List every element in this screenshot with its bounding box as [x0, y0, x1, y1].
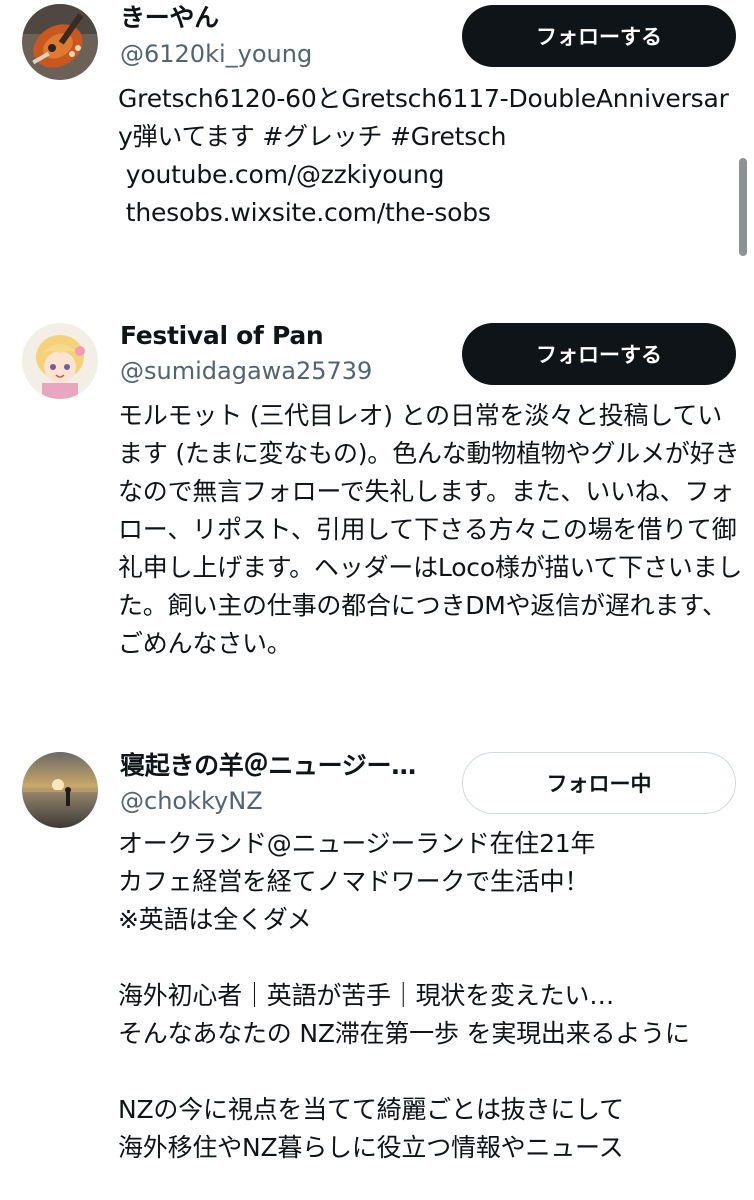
beach-sunset-avatar-icon: [22, 752, 98, 828]
user-bio: モルモット (三代目レオ) との日常を淡々と投稿しています (たまに変なもの)。…: [118, 401, 743, 658]
user-handle[interactable]: @6120ki_young: [120, 38, 312, 70]
follow-button[interactable]: フォローする: [462, 5, 736, 67]
user-avatar[interactable]: [22, 4, 98, 80]
user-bio: Gretsch6120-60とGretsch6117-DoubleAnniver…: [118, 84, 729, 227]
display-name[interactable]: 寝起きの羊＠ニュージー…: [120, 750, 416, 782]
follow-button[interactable]: フォローする: [462, 323, 736, 385]
display-name[interactable]: きーやん: [120, 2, 219, 34]
user-handle[interactable]: @chokkyNZ: [120, 785, 263, 817]
user-avatar[interactable]: [22, 323, 98, 399]
user-avatar[interactable]: [22, 752, 98, 828]
scrollbar-thumb[interactable]: [739, 158, 747, 256]
user-handle[interactable]: @sumidagawa25739: [120, 355, 372, 387]
display-name[interactable]: Festival of Pan: [120, 320, 323, 352]
guitar-avatar-icon: [22, 4, 98, 80]
following-button[interactable]: フォロー中: [462, 752, 736, 814]
user-bio: オークランド@ニュージーランド在住21年 カフェ経営を経てノマドワークで生活中！…: [118, 829, 690, 1162]
anime-girl-avatar-icon: [22, 323, 98, 399]
